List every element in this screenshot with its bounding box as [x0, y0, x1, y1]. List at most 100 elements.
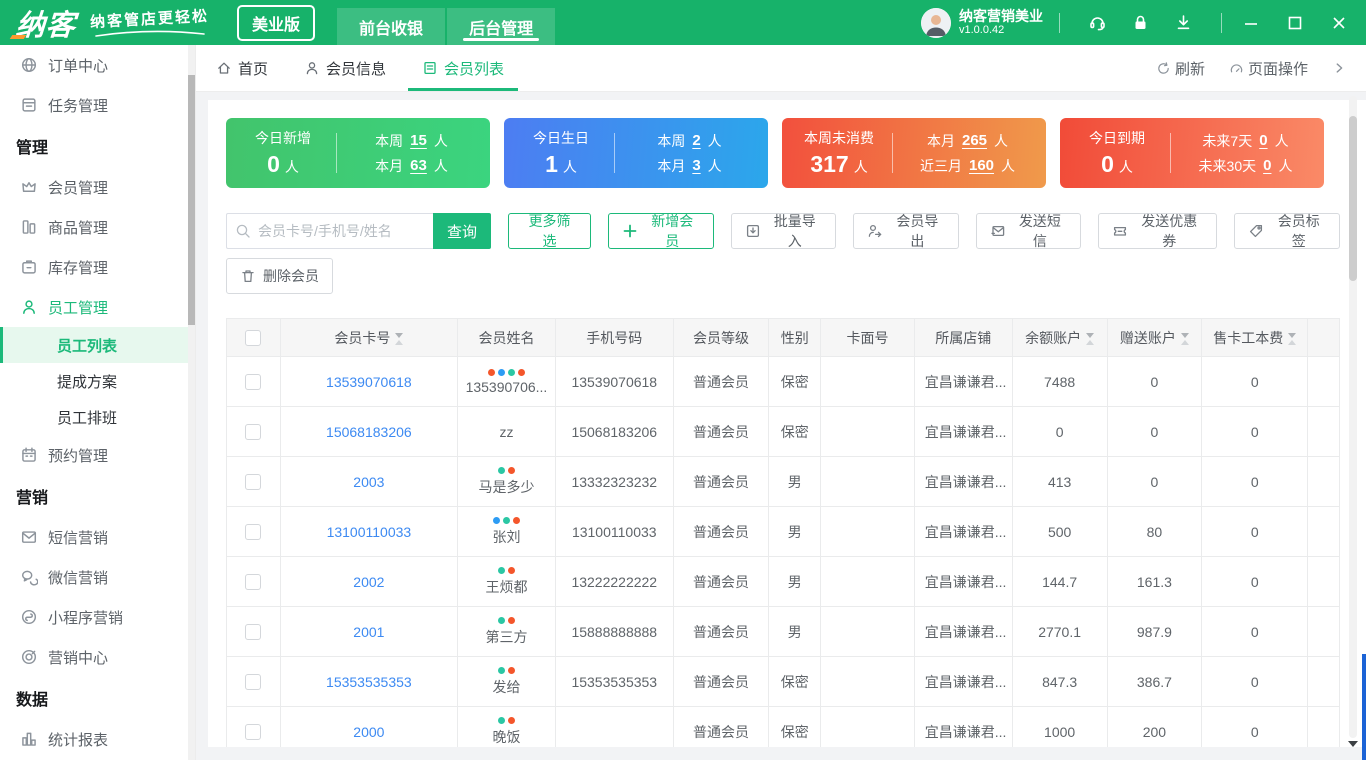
minimize-button[interactable] — [1244, 16, 1258, 30]
close-button[interactable] — [1332, 16, 1346, 30]
headset-icon[interactable] — [1088, 13, 1107, 32]
sidebar-subitem-提成方案[interactable]: 提成方案 — [0, 363, 195, 399]
button-label: 会员导出 — [896, 213, 939, 249]
member-card-link[interactable]: 15068183206 — [326, 424, 412, 440]
stat-sub-value[interactable]: 63 — [410, 157, 427, 174]
sidebar-item-员工管理[interactable]: 员工管理 — [0, 287, 195, 327]
coupon-icon — [1112, 223, 1128, 239]
sidebar-item-统计报表[interactable]: 统计报表 — [0, 719, 195, 759]
sidebar-item-短信营销[interactable]: 短信营销 — [0, 517, 195, 557]
sidebar-subitem-label: 员工排班 — [57, 409, 118, 427]
row-checkbox[interactable] — [245, 574, 262, 591]
sidebar-item-小程序营销[interactable]: 小程序营销 — [0, 597, 195, 637]
button-会员标签[interactable]: 会员标签 — [1234, 213, 1340, 249]
member-card-link[interactable]: 2003 — [353, 474, 384, 490]
nav-front-cashier[interactable]: 前台收银 — [337, 8, 446, 45]
page-scrollbar-thumb[interactable] — [1349, 116, 1357, 281]
button-更多筛选[interactable]: 更多筛选 — [508, 213, 591, 249]
sidebar-item-任务管理[interactable]: 任务管理 — [0, 85, 195, 125]
column-header-赠送账户[interactable]: 赠送账户 — [1106, 318, 1203, 357]
maximize-button[interactable] — [1288, 16, 1302, 30]
avatar[interactable] — [921, 7, 951, 38]
stat-sub-value[interactable]: 3 — [692, 157, 700, 174]
sidebar-item-会员管理[interactable]: 会员管理 — [0, 167, 195, 207]
column-header-会员卡号[interactable]: 会员卡号 — [279, 318, 459, 357]
stat-sub-value[interactable]: 0 — [1263, 157, 1271, 174]
nav-back-admin[interactable]: 后台管理 — [447, 8, 556, 45]
stat-sub-value[interactable]: 160 — [969, 157, 994, 174]
user-info[interactable]: 纳客营销美业 v1.0.0.42 — [959, 8, 1043, 37]
scroll-down-arrow[interactable] — [1348, 741, 1358, 747]
member-name: 王烦都 — [485, 578, 528, 595]
tab-会员信息[interactable]: 会员信息 — [304, 45, 386, 91]
cell-level: 普通会员 — [672, 656, 770, 707]
cell-level: 普通会员 — [672, 356, 770, 407]
row-checkbox[interactable] — [245, 724, 262, 741]
tab-首页[interactable]: 首页 — [216, 45, 268, 91]
member-tag-dots — [459, 368, 555, 376]
row-checkbox[interactable] — [245, 524, 262, 541]
stat-card-今日新增[interactable]: 今日新增 0 人本周 15 人本月 63 人 — [226, 118, 490, 188]
button-删除会员[interactable]: 删除会员 — [226, 258, 333, 294]
row-checkbox[interactable] — [245, 624, 262, 641]
sidebar-item-预约管理[interactable]: 预约管理 — [0, 435, 195, 475]
sidebar-subitem-员工排班[interactable]: 员工排班 — [0, 399, 195, 435]
refresh-button[interactable]: 刷新 — [1156, 58, 1205, 79]
lock-icon[interactable] — [1131, 13, 1150, 32]
tab-会员列表[interactable]: 会员列表 — [408, 45, 519, 91]
cell-select — [226, 456, 281, 507]
button-批量导入[interactable]: 批量导入 — [730, 213, 837, 249]
stat-sub-value[interactable]: 265 — [962, 132, 987, 149]
sidebar-item-订单中心[interactable]: 订单中心 — [0, 45, 195, 85]
member-card-link[interactable]: 13539070618 — [326, 374, 412, 390]
stat-cards: 今日新增 0 人本周 15 人本月 63 人今日生日 1 人本周 2 人本月 3 人本周未消费 317 人本… — [226, 118, 1340, 188]
sidebar-item-营销中心[interactable]: 营销中心 — [0, 637, 195, 677]
stat-card-本周未消费[interactable]: 本周未消费 317 人本月 265 人近三月 160 人 — [782, 118, 1046, 188]
plus-icon — [622, 223, 638, 239]
sidebar-item-微信营销[interactable]: 微信营销 — [0, 557, 195, 597]
cell-gift: 0 — [1106, 406, 1203, 457]
page-scrollbar[interactable] — [1349, 96, 1357, 738]
sidebar-item-label: 库存管理 — [48, 259, 109, 277]
row-checkbox[interactable] — [245, 474, 262, 491]
cell-card-fee: 0 — [1201, 506, 1309, 557]
column-header-余额账户[interactable]: 余额账户 — [1011, 318, 1108, 357]
download-icon[interactable] — [1174, 13, 1193, 32]
row-checkbox[interactable] — [245, 424, 262, 441]
sidebar-item-库存管理[interactable]: 库存管理 — [0, 247, 195, 287]
search-button[interactable]: 查询 — [433, 213, 491, 249]
button-label: 批量导入 — [773, 213, 816, 249]
stat-sub-value[interactable]: 0 — [1259, 132, 1267, 149]
sort-carets[interactable] — [1086, 332, 1095, 345]
member-card-link[interactable]: 2002 — [353, 574, 384, 590]
stat-sub-value[interactable]: 15 — [410, 132, 427, 149]
edition-button[interactable]: 美业版 — [237, 4, 316, 41]
button-发送优惠券[interactable]: 发送优惠券 — [1098, 213, 1218, 249]
sort-carets[interactable] — [1180, 332, 1189, 345]
member-card-link[interactable]: 13100110033 — [327, 524, 412, 540]
sort-carets[interactable] — [395, 332, 404, 345]
stat-sub-value[interactable]: 2 — [692, 132, 700, 149]
sidebar-scrollbar-thumb[interactable] — [188, 75, 195, 325]
sidebar-scrollbar[interactable] — [188, 45, 195, 760]
tag-icon — [1248, 223, 1264, 239]
stat-card-今日到期[interactable]: 今日到期 0 人未来7天 0 人未来30天 0 人 — [1060, 118, 1324, 188]
page-operations-button[interactable]: 页面操作 — [1229, 58, 1308, 79]
member-card-link[interactable]: 2000 — [353, 724, 384, 740]
row-checkbox[interactable] — [245, 374, 262, 391]
button-发送短信[interactable]: 发送短信 — [975, 213, 1082, 249]
select-all-checkbox[interactable] — [245, 330, 262, 347]
column-header-售卡工本费[interactable]: 售卡工本费 — [1201, 318, 1309, 357]
member-card-link[interactable]: 15353535353 — [326, 674, 412, 690]
member-card-link[interactable]: 2001 — [353, 624, 384, 640]
sort-carets[interactable] — [1288, 332, 1297, 345]
button-会员导出[interactable]: 会员导出 — [853, 213, 959, 249]
chevron-right-icon[interactable] — [1332, 61, 1346, 75]
stat-card-今日生日[interactable]: 今日生日 1 人本周 2 人本月 3 人 — [504, 118, 768, 188]
sidebar-item-商品管理[interactable]: 商品管理 — [0, 207, 195, 247]
row-checkbox[interactable] — [245, 674, 262, 691]
button-新增会员[interactable]: 新增会员 — [607, 213, 714, 249]
bottom-strip — [208, 747, 1366, 760]
sidebar-subitem-员工列表[interactable]: 员工列表 — [0, 327, 195, 363]
search-input[interactable] — [226, 213, 433, 249]
